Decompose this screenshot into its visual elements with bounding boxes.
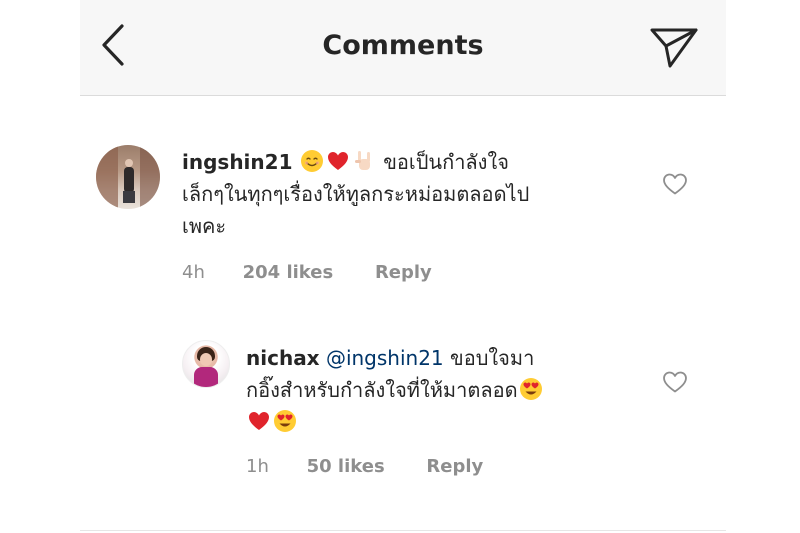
- likes-count[interactable]: 50 likes: [307, 456, 385, 477]
- heart-outline-icon: [663, 173, 687, 195]
- comment-timestamp: 1h: [246, 456, 269, 477]
- comment-body: nichax @ingshin21 ขอบใจมา กอิ๊งสำหรับกำล…: [246, 342, 646, 438]
- comment-meta: 1h 50 likes Reply: [246, 456, 483, 477]
- comment-username[interactable]: nichax: [246, 346, 320, 370]
- like-button[interactable]: [662, 172, 688, 196]
- page-title: Comments: [322, 30, 484, 61]
- comments-screen: Comments ingshin21 ขอเป็นกำลังใจ เล็กๆใน…: [80, 0, 726, 533]
- reply-button[interactable]: Reply: [375, 262, 432, 283]
- left-margin: [0, 0, 80, 533]
- likes-count[interactable]: 204 likes: [243, 262, 334, 283]
- avatar[interactable]: [182, 340, 230, 388]
- red-heart-icon: [326, 149, 350, 173]
- comment-text-line: กอิ๊งสำหรับกำลังใจที่ให้มาตลอด: [246, 378, 518, 402]
- paper-plane-icon: [650, 28, 698, 68]
- sign-of-horns-icon: [352, 149, 376, 173]
- comment-username[interactable]: ingshin21: [182, 150, 292, 174]
- comment-text-line: เล็กๆในทุกๆเรื่องให้ทูลกระหม่อมตลอดไป: [182, 182, 530, 206]
- mention-link[interactable]: @ingshin21: [326, 346, 444, 370]
- comment-text-line: ขอเป็นกำลังใจ: [383, 150, 509, 174]
- avatar[interactable]: [96, 145, 160, 209]
- red-heart-icon: [247, 409, 271, 433]
- comment-text-line: เพคะ: [182, 214, 227, 238]
- right-margin: [726, 0, 800, 533]
- comment-text-line: ขอบใจมา: [450, 346, 535, 370]
- reply-button[interactable]: Reply: [426, 456, 483, 477]
- heart-eyes-icon: [519, 377, 543, 401]
- share-button[interactable]: [648, 24, 700, 70]
- smiling-face-icon: [300, 149, 324, 173]
- heart-eyes-icon: [273, 409, 297, 433]
- like-button[interactable]: [662, 370, 688, 394]
- comment-body: ingshin21 ขอเป็นกำลังใจ เล็กๆในทุกๆเรื่อ…: [182, 146, 632, 242]
- heart-outline-icon: [663, 371, 687, 393]
- header-bar: Comments: [80, 0, 726, 96]
- comment-timestamp: 4h: [182, 262, 205, 283]
- comment-meta: 4h 204 likes Reply: [182, 262, 432, 283]
- divider: [80, 530, 726, 531]
